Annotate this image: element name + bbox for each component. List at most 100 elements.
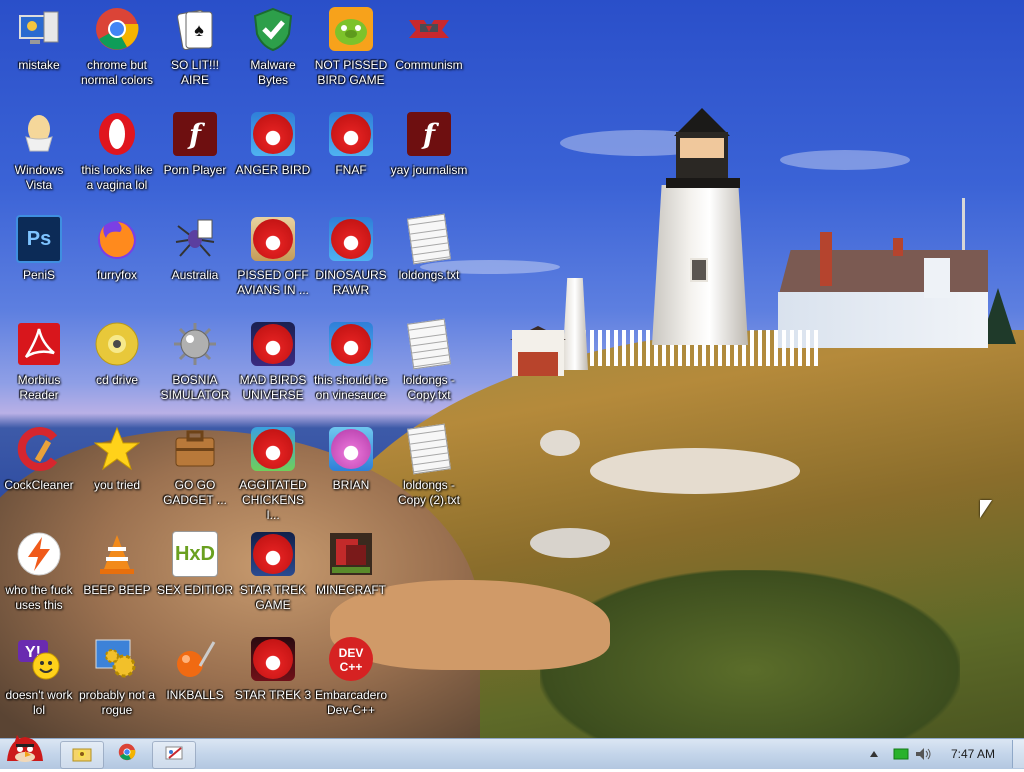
icon-label: mistake bbox=[18, 58, 60, 72]
desktop-icon-firefox[interactable]: furryfox bbox=[78, 210, 156, 283]
icon-label: BOSNIA SIMULATOR bbox=[160, 373, 230, 402]
icon-label: cd drive bbox=[95, 373, 139, 387]
desktop-icon-communism[interactable]: Communism bbox=[390, 0, 468, 73]
desktop-icon-star-trek-game[interactable]: STAR TREK GAME bbox=[234, 525, 312, 613]
desktop-icon-porn-player[interactable]: f Porn Player bbox=[156, 105, 234, 178]
flash-icon: f bbox=[406, 111, 452, 157]
desktop-icon-loldongs-txt[interactable]: loldongs.txt bbox=[390, 210, 468, 283]
desktop-icon-fnaf[interactable]: FNAF bbox=[312, 105, 390, 178]
taskbar-explorer-button[interactable] bbox=[60, 741, 104, 769]
desktop-icon-control-panel[interactable]: probably not a rogue bbox=[78, 630, 156, 718]
network-icon[interactable] bbox=[890, 747, 912, 761]
desktop-icon-minesweeper[interactable]: BOSNIA SIMULATOR bbox=[156, 315, 234, 403]
desktop-icon-spider-solitaire[interactable]: Australia bbox=[156, 210, 234, 283]
yahoo-messenger-icon: Y! bbox=[16, 636, 62, 682]
desktop-icon-malwarebytes[interactable]: Malware Bytes bbox=[234, 0, 312, 88]
taskbar-paint-button[interactable] bbox=[152, 741, 196, 769]
lightning-icon bbox=[16, 531, 62, 577]
desktop-icon-dev-cpp[interactable]: DEV C++ Embarcadero Dev-C++ bbox=[312, 630, 390, 718]
desktop-icon-vlc[interactable]: BEEP BEEP bbox=[78, 525, 156, 598]
taskbar-clock[interactable]: 7:47 AM bbox=[940, 739, 1006, 769]
desktop-icon-adobe-reader[interactable]: Morbius Reader bbox=[0, 315, 78, 403]
show-desktop-button[interactable] bbox=[1012, 740, 1024, 768]
green-pig-icon bbox=[328, 6, 374, 52]
volume-icon[interactable] bbox=[912, 746, 934, 762]
icon-label: Embarcadero Dev-C++ bbox=[314, 688, 388, 717]
desktop-icon-inkball[interactable]: INKBALLS bbox=[156, 630, 234, 703]
ccleaner-icon bbox=[16, 426, 62, 472]
shield-check-icon bbox=[250, 6, 296, 52]
text-document-icon bbox=[406, 318, 452, 370]
control-panel-gears-icon bbox=[94, 636, 140, 682]
chimney bbox=[820, 232, 832, 286]
icon-label: SO LIT!!! AIRE bbox=[170, 58, 219, 87]
desktop-icon-minecraft[interactable]: MINECRAFT bbox=[312, 525, 390, 598]
desktop-icon-dinosaurs-rawr[interactable]: DINOSAURS RAWR bbox=[312, 210, 390, 298]
icon-label: BRIAN bbox=[332, 478, 370, 492]
icon-label: STAR TREK GAME bbox=[239, 583, 307, 612]
desktop-icon-mistake[interactable]: mistake bbox=[0, 0, 78, 73]
desktop-icon-opera[interactable]: this looks like a vagina lol bbox=[78, 105, 156, 193]
desktop-icon-gadgets[interactable]: GO GO GADGET ... bbox=[156, 420, 234, 508]
desktop-icon-hex-editor[interactable]: HxD SEX EDITIOR bbox=[156, 525, 234, 598]
desktop-icon-solitaire[interactable]: ♠ SO LIT!!! AIRE bbox=[156, 0, 234, 88]
taskbar-chrome-button[interactable] bbox=[106, 741, 148, 767]
icon-label: Porn Player bbox=[163, 163, 227, 177]
angry-bird-icon bbox=[328, 216, 374, 262]
icon-label: this should be on vinesauce bbox=[313, 373, 389, 402]
rock bbox=[530, 528, 610, 558]
desktop-icon-who-uses-this[interactable]: who the fuck uses this bbox=[0, 525, 78, 613]
icon-label: you tried bbox=[93, 478, 141, 492]
desktop-icon-angry-birds-space[interactable]: MAD BIRDS UNIVERSE bbox=[234, 315, 312, 403]
chrome-icon bbox=[118, 743, 136, 766]
icon-label: CockCleaner bbox=[4, 478, 74, 492]
desktop-icon-chrome[interactable]: chrome but normal colors bbox=[78, 0, 156, 88]
desktop-icon-yahoo-messenger[interactable]: Y! doesn't work lol bbox=[0, 630, 78, 718]
inkball-icon bbox=[172, 636, 218, 682]
spider-solitaire-icon bbox=[172, 216, 218, 262]
hex-editor-icon: HxD bbox=[172, 531, 218, 577]
icon-label: Windows Vista bbox=[14, 163, 64, 192]
icon-label: Morbius Reader bbox=[17, 373, 61, 402]
icon-label: furryfox bbox=[96, 268, 137, 282]
cd-disc-icon bbox=[94, 321, 140, 367]
desktop-icon-you-tried[interactable]: you tried bbox=[78, 420, 156, 493]
desktop-icon-photoshop[interactable]: Ps PeniS bbox=[0, 210, 78, 283]
briefcase-icon bbox=[172, 426, 218, 472]
angry-bird-icon bbox=[328, 321, 374, 367]
text-document-icon bbox=[406, 213, 452, 265]
icon-label: BEEP BEEP bbox=[83, 583, 151, 597]
desktop-icon-yay-journalism[interactable]: f yay journalism bbox=[390, 105, 468, 178]
desktop-icon-loldongs-copy-txt[interactable]: loldongs - Copy.txt bbox=[390, 315, 468, 403]
egg-cup-icon bbox=[16, 111, 62, 157]
folder-sunflower-icon bbox=[71, 743, 93, 768]
icon-label: loldongs - Copy.txt bbox=[402, 373, 456, 402]
desktop-icon-bad-piggies[interactable]: NOT PISSED BIRD GAME bbox=[312, 0, 390, 88]
icon-label: MINECRAFT bbox=[316, 583, 386, 597]
icon-label: Malware Bytes bbox=[250, 58, 296, 87]
desktop-icon-loldongs-copy-2-txt[interactable]: loldongs - Copy (2).txt bbox=[390, 420, 468, 508]
desktop-icon-anger-bird[interactable]: ANGER BIRD bbox=[234, 105, 312, 178]
icon-label: loldongs.txt bbox=[398, 268, 460, 282]
lighthouse-lantern-glass bbox=[680, 138, 724, 158]
angry-bird-space-icon bbox=[250, 321, 296, 367]
desktop-icon-angry-birds-rio[interactable]: AGGITATED CHICKENS I... bbox=[234, 420, 312, 523]
bird-with-hat-icon bbox=[328, 426, 374, 472]
icon-label: yay journalism bbox=[390, 163, 468, 177]
icon-label: MAD BIRDS UNIVERSE bbox=[239, 373, 307, 402]
start-button[interactable] bbox=[2, 733, 48, 769]
desktop-icon-cd-drive[interactable]: cd drive bbox=[78, 315, 156, 388]
photoshop-icon: Ps bbox=[16, 215, 62, 263]
desktop-icon-angry-birds-seasons[interactable]: PISSED OFF AVIANS IN ... bbox=[234, 210, 312, 298]
desktop-icon-windows-vista[interactable]: Windows Vista bbox=[0, 105, 78, 193]
desktop-icon-star-trek-3[interactable]: STAR TREK 3 bbox=[234, 630, 312, 703]
icon-label: who the fuck uses this bbox=[5, 583, 73, 612]
icon-label: Australia bbox=[171, 268, 219, 282]
desktop-icon-brian[interactable]: BRIAN bbox=[312, 420, 390, 493]
chimney bbox=[893, 238, 903, 256]
desktop-icon-ccleaner[interactable]: CockCleaner bbox=[0, 420, 78, 493]
icon-label: PISSED OFF AVIANS IN ... bbox=[237, 268, 309, 297]
show-hidden-icons-arrow-icon[interactable] bbox=[866, 750, 882, 758]
desktop-icon-vinesauce[interactable]: this should be on vinesauce bbox=[312, 315, 390, 403]
rock bbox=[540, 430, 580, 456]
